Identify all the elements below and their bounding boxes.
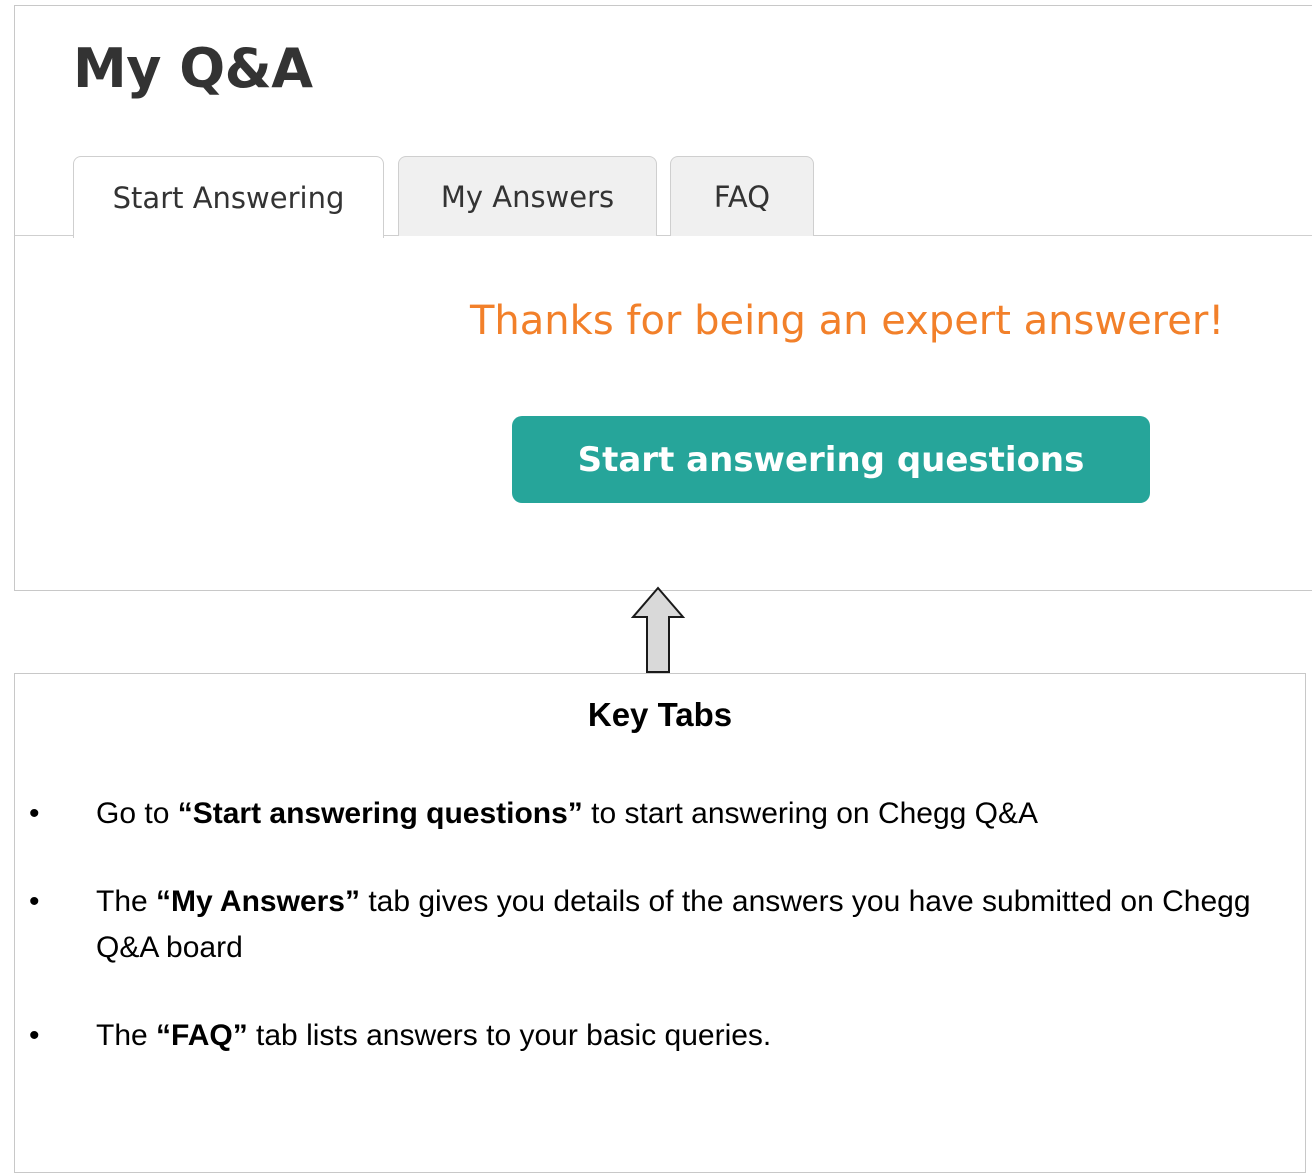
up-arrow-icon	[630, 586, 686, 673]
start-answering-button[interactable]: Start answering questions	[512, 416, 1150, 503]
bullet-text: The “My Answers” tab gives you details o…	[96, 879, 1295, 971]
tab-label: FAQ	[713, 179, 771, 214]
bullet-dot: •	[29, 1019, 40, 1052]
bullet-text-pre: The	[96, 885, 157, 918]
page-title: My Q&A	[73, 37, 313, 100]
bullet-text-post: tab lists answers to your basic queries.	[247, 1019, 772, 1052]
bullet-dot: •	[29, 885, 40, 918]
bullet-text-bold: “My Answers”	[156, 885, 360, 918]
thanks-message: Thanks for being an expert answerer!	[470, 298, 1225, 344]
bullet-dot: •	[29, 797, 40, 830]
bullet-text-bold: “Start answering questions”	[177, 797, 583, 830]
qa-screenshot-panel: My Q&A Start Answering My Answers FAQ Th…	[14, 5, 1312, 591]
callout-title: Key Tabs	[587, 696, 733, 733]
key-tabs-callout: Key Tabs • Go to “Start answering questi…	[14, 673, 1306, 1173]
bullet-text: The “FAQ” tab lists answers to your basi…	[96, 1013, 1295, 1059]
tab-start-answering[interactable]: Start Answering	[73, 156, 384, 238]
bullet-text-pre: The	[96, 1019, 157, 1052]
tab-my-answers[interactable]: My Answers	[398, 156, 657, 236]
bullet-text-pre: Go to	[96, 797, 178, 830]
bullet-text-bold: “FAQ”	[156, 1019, 248, 1052]
tab-label: Start Answering	[112, 180, 345, 215]
bullet-text-post: to start answering on Chegg Q&A	[582, 797, 1039, 830]
tab-faq[interactable]: FAQ	[670, 156, 814, 236]
bullet-text: Go to “Start answering questions” to sta…	[96, 791, 1295, 837]
tab-label: My Answers	[440, 179, 615, 214]
